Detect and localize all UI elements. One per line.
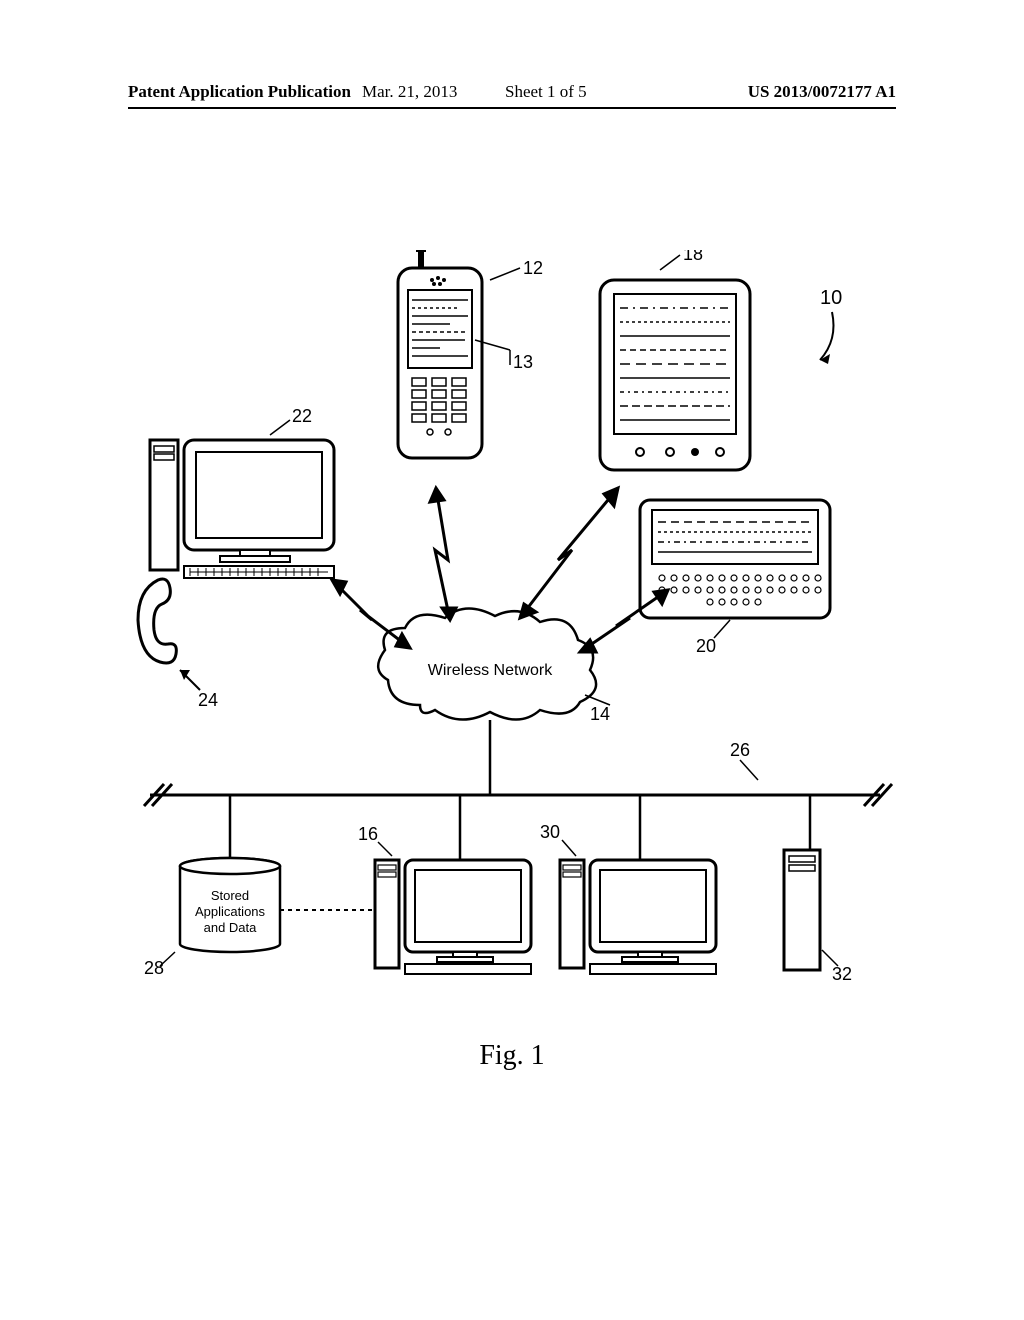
ref-28: 28 [144,958,164,978]
ref-18: 18 [683,250,703,264]
tower-32-icon [784,850,820,970]
ref-20: 20 [696,636,716,656]
page-header: Patent Application Publication Mar. 21, … [0,82,1024,112]
db-label-1: Stored [211,888,249,903]
ref-24: 24 [198,690,218,710]
wireless-network-cloud-icon: Wireless Network [378,608,596,719]
keyboard-device-icon [640,500,830,618]
ref-30: 30 [540,822,560,842]
cloud-label: Wireless Network [428,662,553,679]
mobile-phone-icon [398,250,482,458]
phone-handset-icon [138,579,176,663]
ref-22: 22 [292,406,312,426]
header-pub-number: US 2013/0072177 A1 [748,82,896,102]
figure-caption: Fig. 1 [0,1040,1024,1072]
ref-12: 12 [523,258,543,278]
figure-1: 12 13 [120,250,904,1050]
desktop-top-icon [150,440,334,578]
server-16-icon [375,860,531,974]
db-label-2: Applications [195,904,266,919]
header-publication-label: Patent Application Publication [128,82,351,102]
header-date: Mar. 21, 2013 [362,82,457,102]
ref-32: 32 [832,964,852,984]
pda-icon [600,280,750,470]
server-30-icon [560,860,716,974]
ref-14: 14 [590,704,610,724]
ref-10: 10 [820,287,842,309]
header-rule [128,107,896,109]
ref-16: 16 [358,824,378,844]
header-sheet: Sheet 1 of 5 [505,82,587,102]
patent-page: Patent Application Publication Mar. 21, … [0,0,1024,1320]
ref-26: 26 [730,740,750,760]
db-label-3: and Data [204,920,258,935]
ref-13: 13 [513,352,533,372]
database-icon: Stored Applications and Data [180,858,280,952]
